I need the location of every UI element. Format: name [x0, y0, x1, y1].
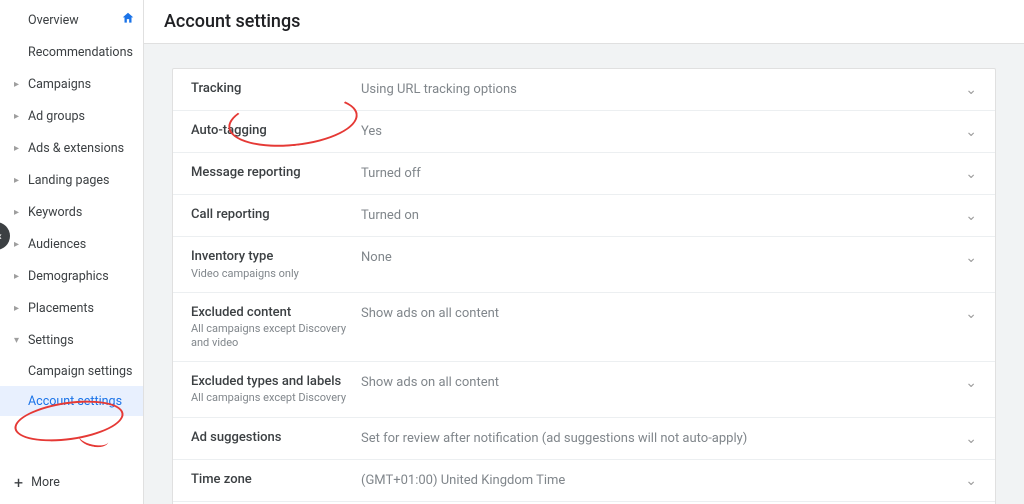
sidebar-item-placements[interactable]: ▸ Placements — [0, 292, 143, 324]
row-label: Call reporting — [191, 207, 361, 223]
row-excluded-content[interactable]: Excluded content All campaigns except Di… — [173, 293, 995, 362]
row-sublabel: All campaigns except Discovery and video — [191, 322, 361, 348]
row-value: Turned on — [361, 207, 957, 223]
sidebar-item-label: Recommendations — [28, 45, 135, 60]
sidebar-sub-label: Account settings — [28, 394, 122, 409]
content-area: Tracking Using URL tracking options ⌄ Au… — [144, 44, 1024, 504]
sidebar-item-campaigns[interactable]: ▸ Campaigns — [0, 68, 143, 100]
row-ad-suggestions[interactable]: Ad suggestions Set for review after noti… — [173, 418, 995, 460]
caret-right-icon: ▸ — [14, 79, 24, 90]
row-value: Yes — [361, 123, 957, 139]
caret-down-icon: ▾ — [14, 335, 24, 346]
sidebar-item-keywords[interactable]: ▸ Keywords — [0, 196, 143, 228]
row-label: Auto-tagging — [191, 123, 361, 139]
page-title: Account settings — [164, 11, 300, 32]
sidebar-sub-campaign-settings[interactable]: Campaign settings — [0, 356, 143, 386]
chevron-down-icon: ⌄ — [965, 123, 977, 140]
row-value: Set for review after notification (ad su… — [361, 430, 957, 446]
sidebar-item-landing-pages[interactable]: ▸ Landing pages — [0, 164, 143, 196]
chevron-down-icon: ⌄ — [965, 249, 977, 266]
caret-right-icon: ▸ — [14, 143, 24, 154]
sidebar: Overview Recommendations ▸ Campaigns ▸ A… — [0, 0, 144, 504]
sidebar-item-label: Landing pages — [28, 173, 135, 188]
chevron-down-icon: ⌄ — [965, 165, 977, 182]
sidebar-item-settings[interactable]: ▾ Settings — [0, 324, 143, 356]
row-call-reporting[interactable]: Call reporting Turned on ⌄ — [173, 195, 995, 237]
chevron-down-icon: ⌄ — [965, 374, 977, 391]
chevron-down-icon: ⌄ — [965, 81, 977, 98]
caret-right-icon: ▸ — [14, 271, 24, 282]
sidebar-item-label: Demographics — [28, 269, 135, 284]
sidebar-sub-account-settings[interactable]: Account settings — [0, 386, 143, 416]
row-label: Time zone — [191, 472, 361, 488]
sidebar-sub-label: Campaign settings — [28, 364, 132, 379]
sidebar-item-audiences[interactable]: ▸ Audiences — [0, 228, 143, 260]
row-label: Inventory type — [191, 249, 361, 265]
row-time-zone[interactable]: Time zone (GMT+01:00) United Kingdom Tim… — [173, 460, 995, 502]
chevron-down-icon: ⌄ — [965, 207, 977, 224]
row-message-reporting[interactable]: Message reporting Turned off ⌄ — [173, 153, 995, 195]
row-label: Ad suggestions — [191, 430, 361, 446]
home-icon — [121, 11, 135, 29]
sidebar-item-label: Ads & extensions — [28, 141, 135, 156]
row-value: None — [361, 249, 957, 265]
row-tracking[interactable]: Tracking Using URL tracking options ⌄ — [173, 69, 995, 111]
caret-right-icon: ▸ — [14, 111, 24, 122]
row-label: Message reporting — [191, 165, 361, 181]
caret-right-icon: ▸ — [14, 207, 24, 218]
row-sublabel: Video campaigns only — [191, 267, 361, 280]
caret-right-icon: ▸ — [14, 175, 24, 186]
row-sublabel: All campaigns except Discovery — [191, 391, 361, 404]
row-value: Turned off — [361, 165, 957, 181]
sidebar-item-label: Campaigns — [28, 77, 135, 92]
chevron-down-icon: ⌄ — [965, 430, 977, 447]
row-label: Excluded types and labels — [191, 374, 361, 390]
row-value: Show ads on all content — [361, 374, 957, 390]
sidebar-item-label: Keywords — [28, 205, 135, 220]
page-header: Account settings — [144, 0, 1024, 44]
sidebar-item-ads-extensions[interactable]: ▸ Ads & extensions — [0, 132, 143, 164]
chevron-down-icon: ⌄ — [965, 472, 977, 489]
sidebar-item-overview[interactable]: Overview — [0, 4, 143, 36]
sidebar-more[interactable]: + More — [14, 473, 60, 492]
sidebar-item-label: Settings — [28, 333, 135, 348]
sidebar-item-recommendations[interactable]: Recommendations — [0, 36, 143, 68]
sidebar-item-ad-groups[interactable]: ▸ Ad groups — [0, 100, 143, 132]
sidebar-item-label: Overview — [28, 13, 121, 28]
sidebar-more-label: More — [31, 475, 60, 490]
settings-card: Tracking Using URL tracking options ⌄ Au… — [172, 68, 996, 504]
row-auto-tagging[interactable]: Auto-tagging Yes ⌄ — [173, 111, 995, 153]
sidebar-item-label: Placements — [28, 301, 135, 316]
row-value: Show ads on all content — [361, 305, 957, 321]
caret-right-icon: ▸ — [14, 303, 24, 314]
sidebar-item-label: Audiences — [28, 237, 135, 252]
row-label: Tracking — [191, 81, 361, 97]
plus-icon: + — [14, 473, 23, 492]
chevron-left-icon: ‹ — [0, 229, 2, 243]
row-excluded-types-labels[interactable]: Excluded types and labels All campaigns … — [173, 362, 995, 418]
chevron-down-icon: ⌄ — [965, 305, 977, 322]
row-label: Excluded content — [191, 305, 361, 321]
sidebar-item-label: Ad groups — [28, 109, 135, 124]
main: Account settings Tracking Using URL trac… — [144, 0, 1024, 504]
caret-right-icon: ▸ — [14, 239, 24, 250]
sidebar-item-demographics[interactable]: ▸ Demographics — [0, 260, 143, 292]
row-value: (GMT+01:00) United Kingdom Time — [361, 472, 957, 488]
row-inventory-type[interactable]: Inventory type Video campaigns only None… — [173, 237, 995, 293]
row-value: Using URL tracking options — [361, 81, 957, 97]
